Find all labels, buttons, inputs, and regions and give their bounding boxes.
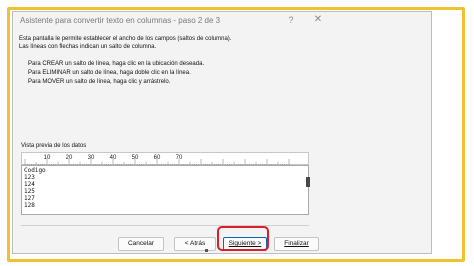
corner-mark [205,249,208,252]
instruction-delete: Para ELIMINAR un salto de línea, haga do… [28,70,191,76]
data-preview[interactable]: Codigo 123 124 125 127 128 [21,165,309,215]
ruler-tick-label: 20 [66,155,73,161]
ruler-tick-label: 60 [154,155,161,161]
ruler-tick-label: 10 [44,155,51,161]
vertical-scrollbar-thumb[interactable] [306,177,310,187]
ruler-tick-label: 40 [110,155,117,161]
ruler-tick-label: 50 [132,155,139,161]
instruction-move: Para MOVER un salto de línea, haga clic … [28,79,171,85]
ruler-tick-label: 30 [88,155,95,161]
dialog-title: Asistente para convertir texto en column… [20,16,221,25]
text-to-columns-wizard-dialog: Asistente para convertir texto en column… [12,11,432,254]
next-button-highlight [217,226,269,251]
intro-line-2: Las líneas con flechas indican un salto … [19,44,157,50]
back-button[interactable]: < Atrás [174,237,216,251]
finish-button[interactable]: Finalizar [274,237,319,251]
column-ruler[interactable]: 10 20 30 40 50 60 70 [21,152,309,166]
ruler-tick-label: 70 [176,155,183,161]
instruction-create: Para CREAR un salto de línea, haga clic … [28,61,205,67]
preview-label: Vista previa de los datos [21,143,87,149]
close-icon[interactable]: ✕ [311,13,325,27]
help-icon[interactable]: ? [284,13,298,27]
data-row: 128 [24,202,35,209]
intro-line-1: Esta pantalla le permite establecer el a… [19,36,232,42]
cancel-button[interactable]: Cancelar [118,237,164,251]
